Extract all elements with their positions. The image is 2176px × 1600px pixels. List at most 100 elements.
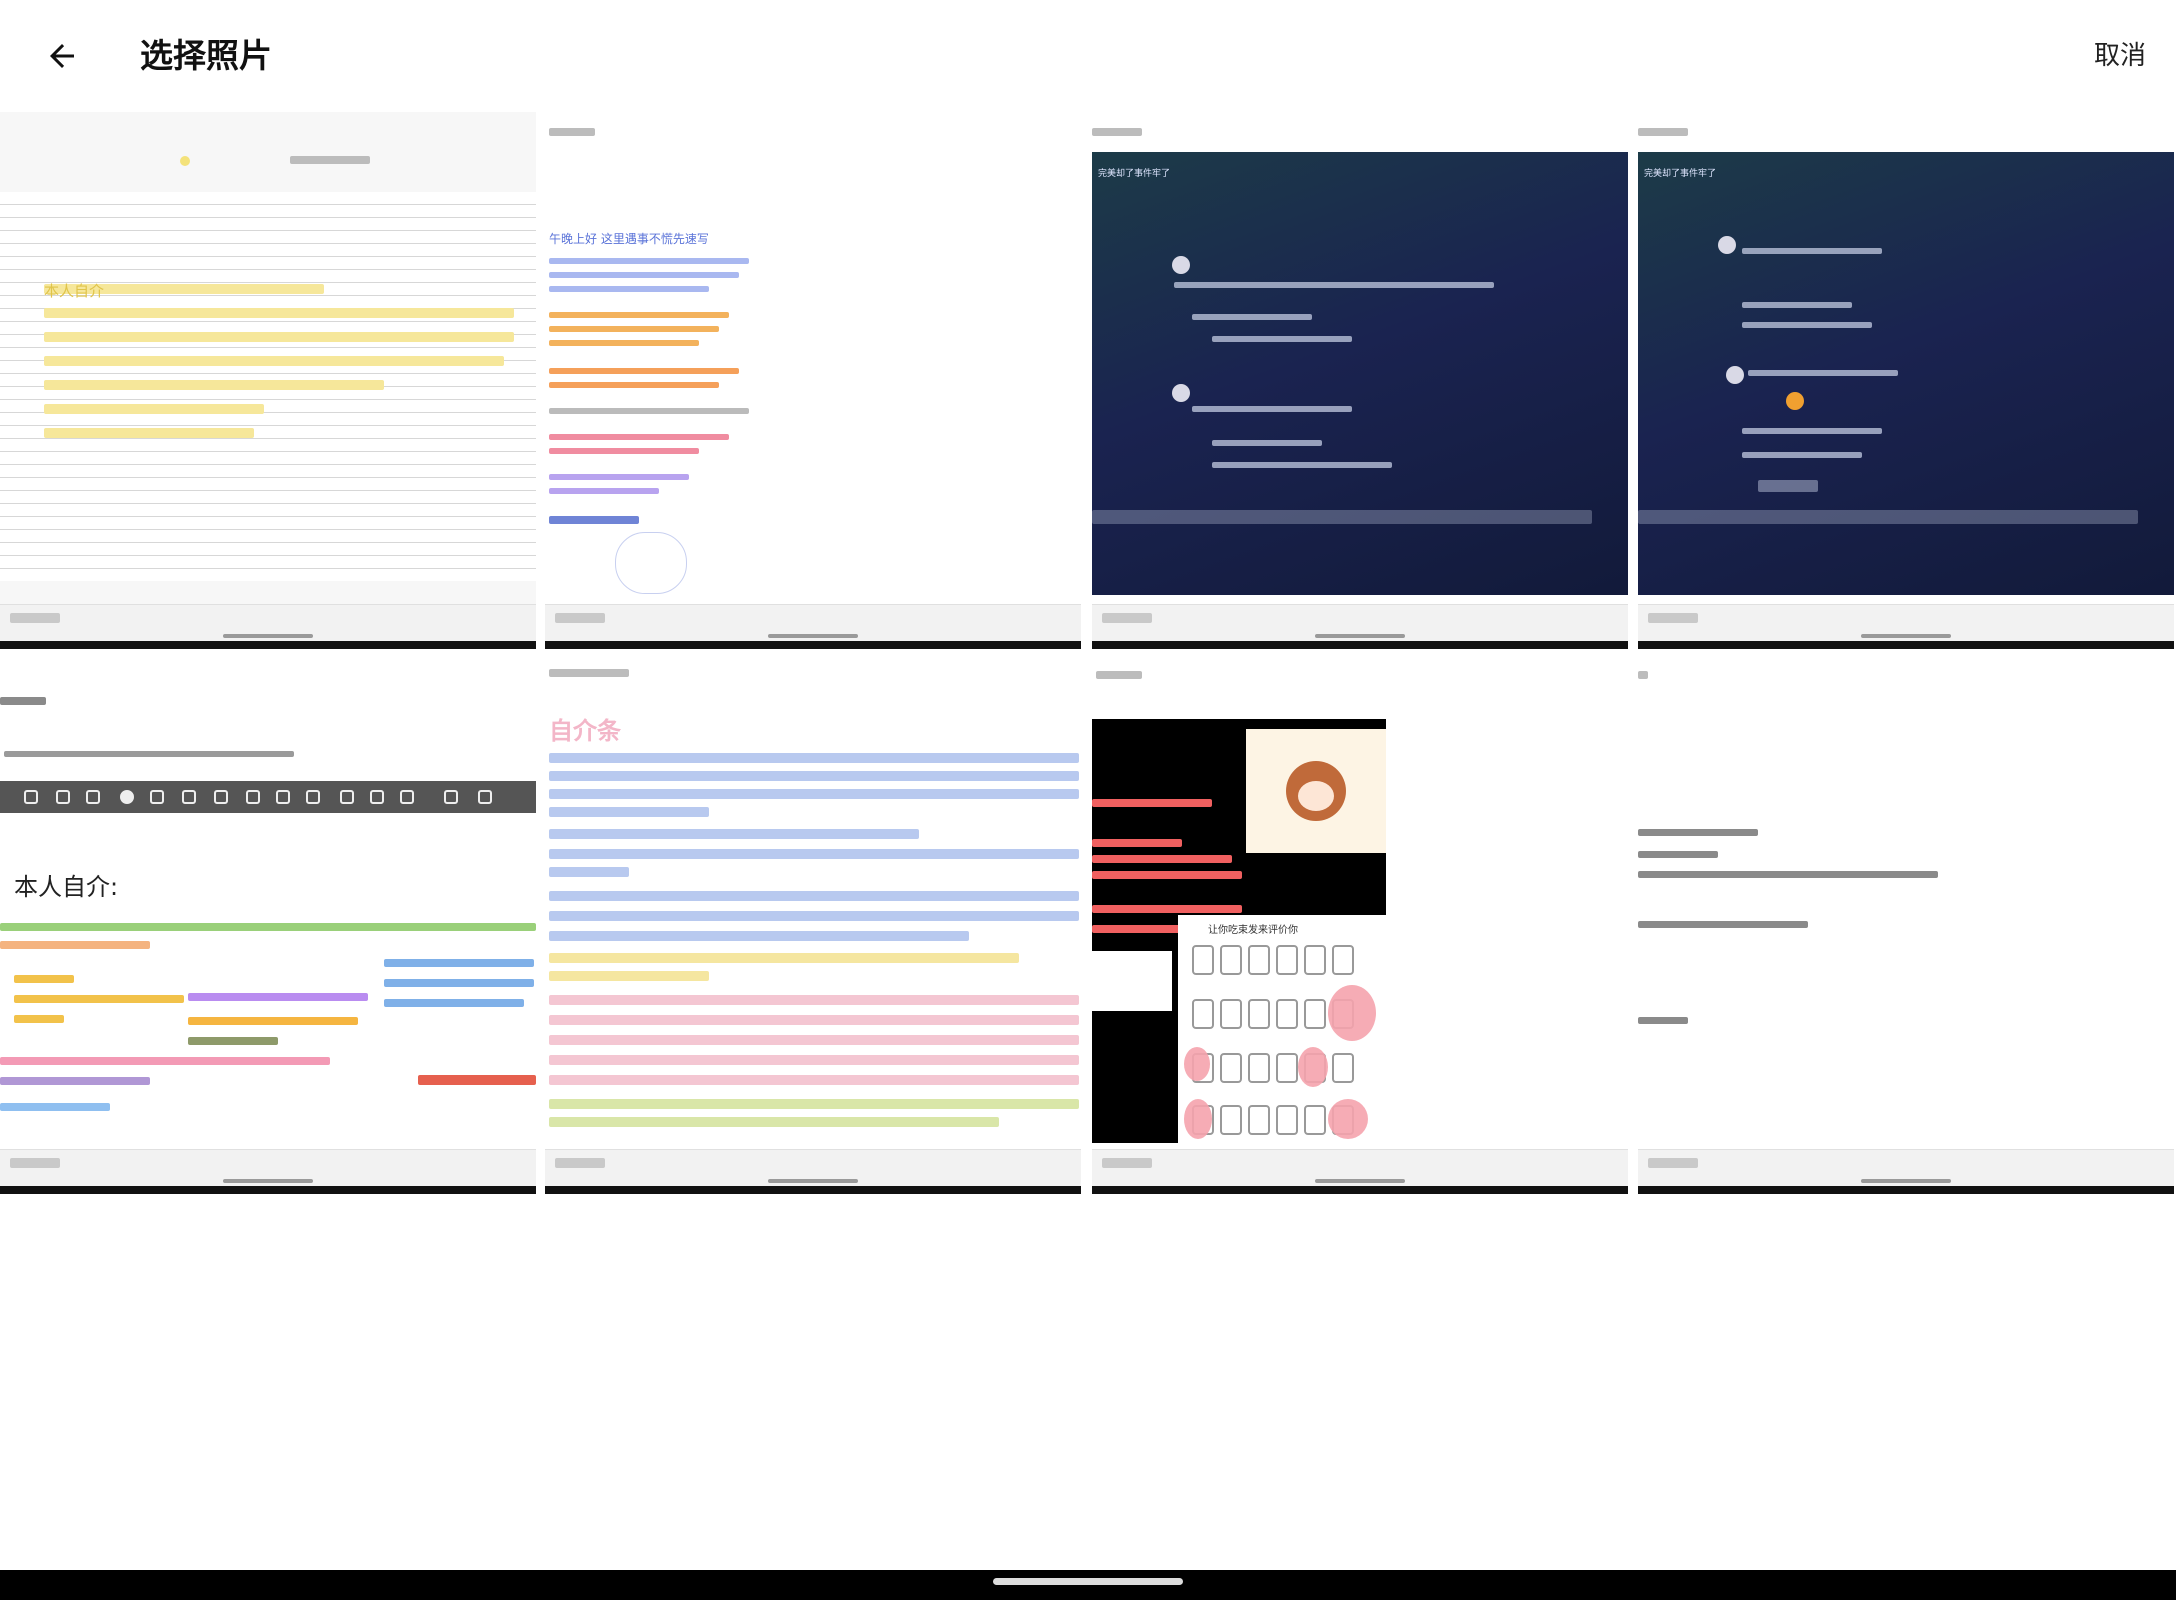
photo-thumbnail[interactable]: 完美却了事件牢了 <box>1092 112 1628 649</box>
text-line <box>44 356 504 366</box>
text-line <box>549 1035 1079 1045</box>
system-nav-bar <box>0 1570 2176 1600</box>
collage-image: 让你吃束发来评价你 <box>1092 719 1386 1143</box>
photo-caption: 完美却了事件牢了 <box>1644 169 1717 179</box>
text-line <box>549 1117 999 1127</box>
text-line <box>549 488 659 494</box>
home-gesture-handle[interactable] <box>993 1578 1183 1585</box>
text-line <box>1092 925 1182 933</box>
text-line <box>1092 855 1232 863</box>
text-line <box>549 326 719 332</box>
text-line <box>549 953 1019 963</box>
text-line <box>549 474 689 480</box>
text-line <box>549 1055 1079 1065</box>
text-line <box>549 867 629 877</box>
text-line <box>44 404 264 414</box>
dark-screenshot: 完美却了事件牢了 <box>1092 152 1628 595</box>
header-line <box>290 156 370 164</box>
cancel-button[interactable]: 取消 <box>2094 34 2146 78</box>
text-line <box>549 829 919 839</box>
text-line <box>14 975 74 983</box>
text-line <box>14 1015 64 1023</box>
photo-thumbnail[interactable]: 让你吃束发来评价你 <box>1092 657 1628 1194</box>
text-line <box>384 959 534 967</box>
anime-illustration <box>1246 729 1386 853</box>
handwritten-note <box>1092 951 1172 1011</box>
text-line <box>0 923 536 931</box>
text-line <box>549 1099 1079 1109</box>
text-line <box>549 891 1079 901</box>
text-line <box>549 753 1079 763</box>
sketch-doodle <box>615 532 687 594</box>
photo-caption: 本人自介 <box>44 282 105 300</box>
text-line <box>549 995 1079 1005</box>
text-line <box>549 408 749 414</box>
text-line <box>44 428 254 438</box>
header-line <box>549 128 595 136</box>
text-line <box>549 516 639 524</box>
chart-title: 让你吃束发来评价你 <box>1208 925 1298 936</box>
text-line <box>1638 851 1718 858</box>
photo-grid: 本人自介 午晚上好 这里遇事不慌先速写 完美却了事件牢了 完美却了事件牢了 本人… <box>0 112 2176 1194</box>
text-line <box>549 971 709 981</box>
header-line <box>1092 128 1142 136</box>
photo-thumbnail[interactable]: 完美却了事件牢了 <box>1638 112 2174 649</box>
header-line <box>549 669 629 677</box>
text-line <box>549 368 739 374</box>
text-line <box>1638 829 1758 836</box>
text-line <box>549 272 739 278</box>
photo-caption: 完美却了事件牢了 <box>1098 169 1171 179</box>
gesture-handle <box>1315 634 1405 638</box>
dark-screenshot: 完美却了事件牢了 <box>1638 152 2174 595</box>
photo-caption: 午晚上好 这里遇事不慌先速写 <box>549 232 709 246</box>
text-line <box>188 1017 358 1025</box>
text-line <box>188 1037 278 1045</box>
text-line <box>549 849 1079 859</box>
text-line <box>188 993 368 1001</box>
photo-thumbnail[interactable] <box>1638 657 2174 1194</box>
text-line <box>1092 839 1182 847</box>
text-line <box>1638 1017 1688 1024</box>
photo-thumbnail[interactable]: 本人自介: <box>0 657 536 1194</box>
text-line <box>384 999 524 1007</box>
text-line <box>1092 905 1242 913</box>
text-line <box>0 1077 150 1085</box>
text-line <box>1638 921 1808 928</box>
arrow-left-icon <box>50 44 74 68</box>
photo-thumbnail[interactable]: 自介条 <box>545 657 1081 1194</box>
text-line <box>44 380 384 390</box>
header-line <box>1096 671 1142 679</box>
text-line <box>549 1075 1079 1085</box>
text-line <box>549 1015 1079 1025</box>
gesture-handle <box>768 634 858 638</box>
text-line <box>549 382 719 388</box>
gesture-handle <box>1861 1179 1951 1183</box>
text-line <box>1092 799 1212 807</box>
text-line <box>549 340 699 346</box>
photo-thumbnail[interactable]: 本人自介 <box>0 112 536 649</box>
text-line <box>0 1103 110 1111</box>
status-dot <box>180 156 190 166</box>
text-line <box>1638 871 1938 878</box>
text-line <box>549 434 729 440</box>
header-line <box>0 697 46 705</box>
text-line <box>549 789 1079 799</box>
text-line <box>418 1075 536 1085</box>
text-line <box>549 312 729 318</box>
app-bar: 选择照片 取消 <box>0 0 2176 112</box>
gesture-handle <box>768 1179 858 1183</box>
header-line <box>1638 671 1648 679</box>
text-line <box>549 258 749 264</box>
back-button[interactable] <box>30 24 94 88</box>
text-line <box>549 931 969 941</box>
photo-thumbnail[interactable]: 午晚上好 这里遇事不慌先速写 <box>545 112 1081 649</box>
gesture-handle <box>223 1179 313 1183</box>
photo-caption: 自介条 <box>549 717 621 745</box>
text-line <box>44 308 514 318</box>
text-line <box>549 448 699 454</box>
header-line <box>1638 128 1688 136</box>
text-line <box>14 995 184 1003</box>
text-line <box>549 807 709 817</box>
gesture-handle <box>1861 634 1951 638</box>
photo-caption: 本人自介: <box>14 873 119 901</box>
